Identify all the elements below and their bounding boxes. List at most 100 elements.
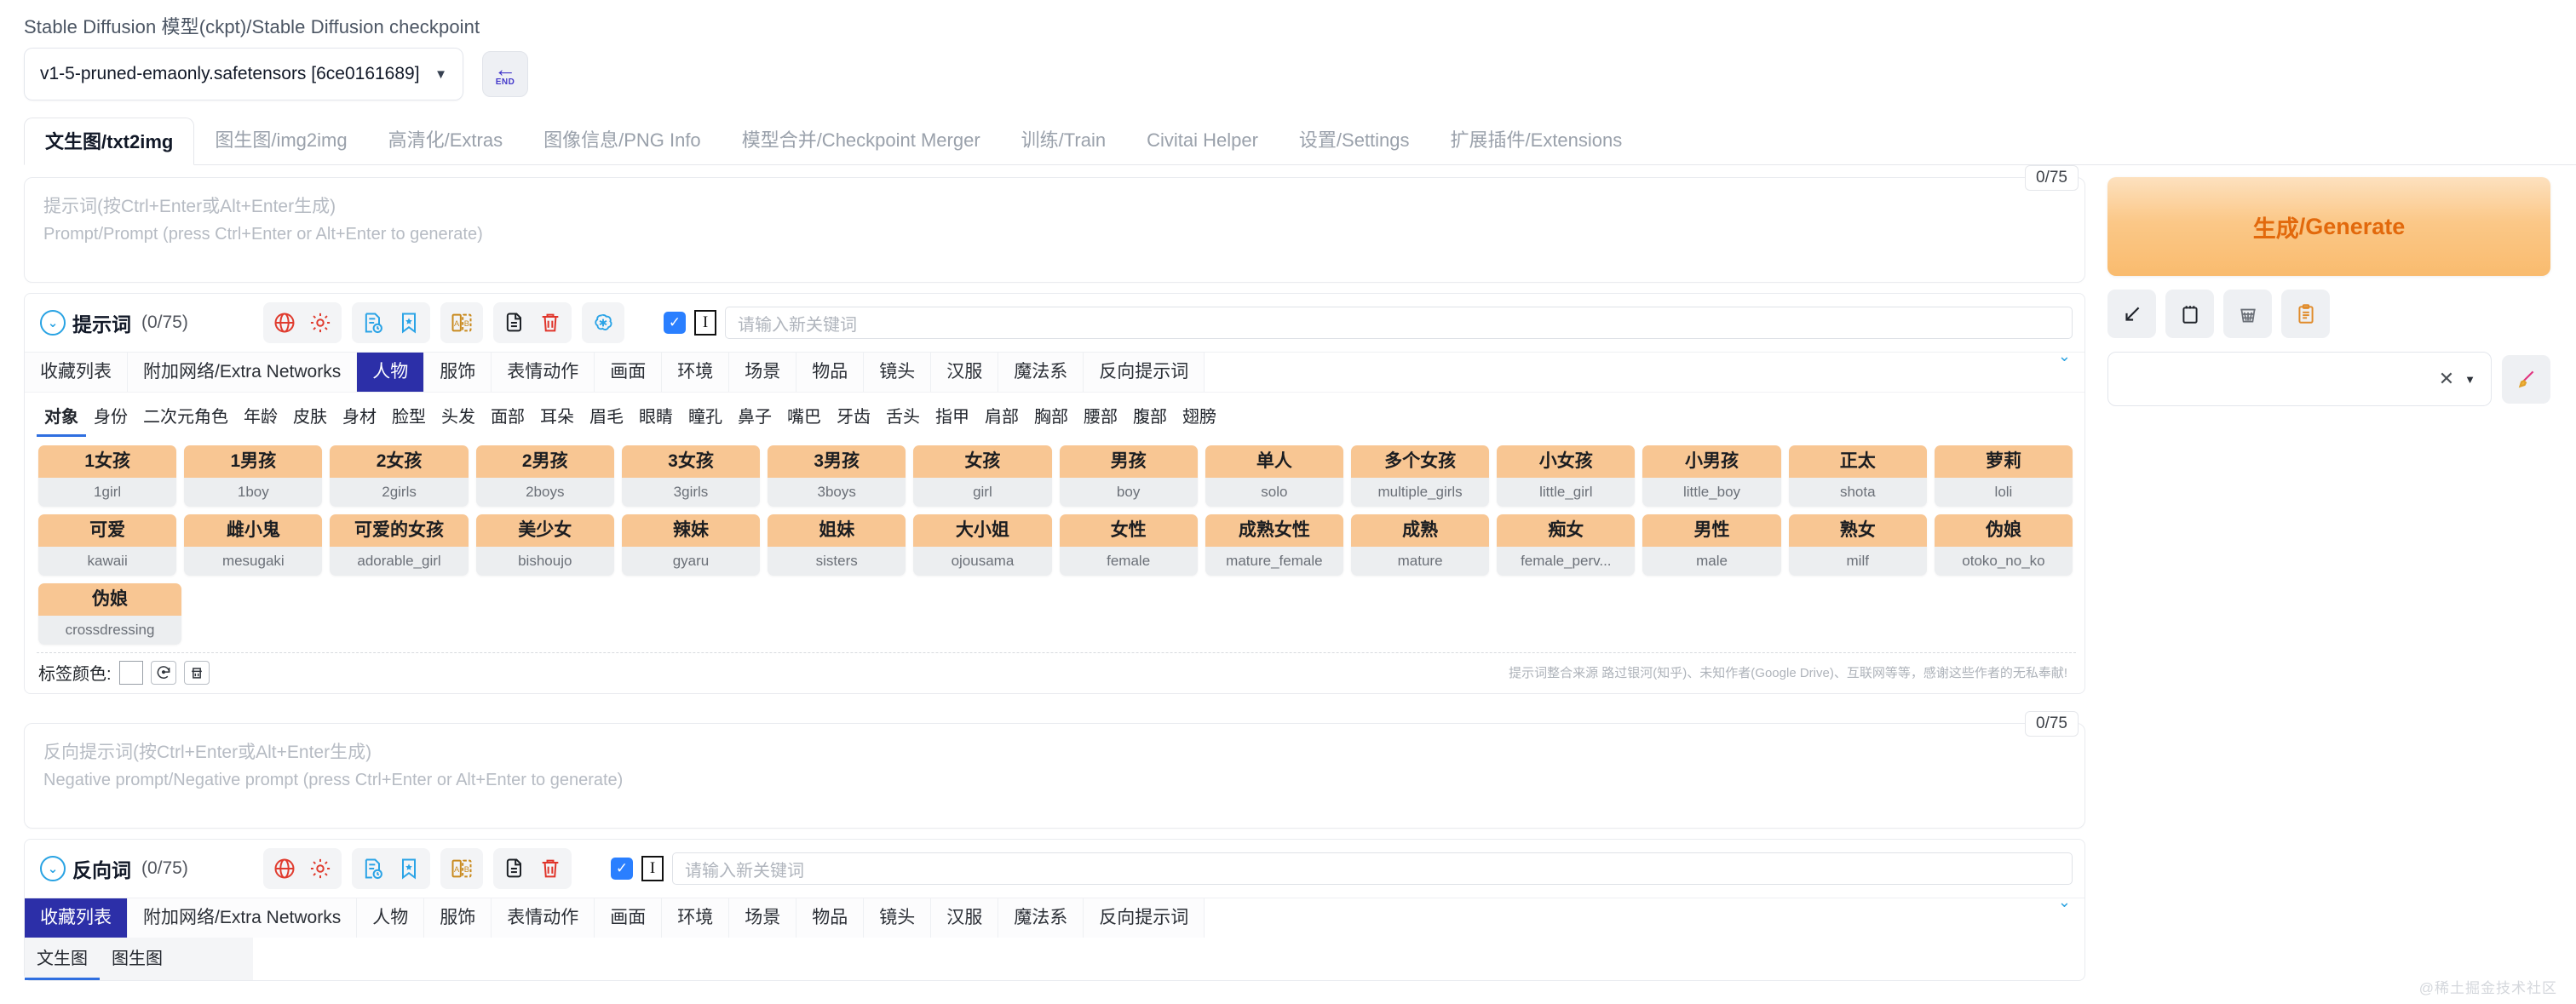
category-tab-4[interactable]: 表情动作 xyxy=(492,353,595,392)
main-tab-0[interactable]: 文生图/txt2img xyxy=(24,118,195,165)
sub-tab-8[interactable]: 面部 xyxy=(483,398,532,437)
translate-ab-icon[interactable]: A B xyxy=(446,852,478,885)
tag-card[interactable]: 多个女孩 multiple_girls xyxy=(1350,445,1490,507)
gear-icon[interactable] xyxy=(304,852,336,885)
negative-category-tab-2[interactable]: 人物 xyxy=(357,898,425,938)
negative-category-tab-0[interactable]: 收藏列表 xyxy=(25,898,128,938)
main-tab-4[interactable]: 模型合并/Checkpoint Merger xyxy=(722,117,1001,164)
tag-card[interactable]: 正太 shota xyxy=(1788,445,1927,507)
tag-card[interactable]: 姐妹 sisters xyxy=(768,514,906,576)
sub-tab-0[interactable]: 对象 xyxy=(37,398,86,437)
category-tab-5[interactable]: 画面 xyxy=(595,353,663,392)
notepad-icon[interactable] xyxy=(2165,290,2214,338)
tag-card[interactable]: 男孩 boy xyxy=(1059,445,1198,507)
category-tab-1[interactable]: 附加网络/Extra Networks xyxy=(128,353,358,392)
negative-category-tab-4[interactable]: 表情动作 xyxy=(492,898,595,938)
tag-card[interactable]: 3男孩 3boys xyxy=(768,445,906,507)
tag-card[interactable]: 单人 solo xyxy=(1205,445,1343,507)
globe-icon[interactable] xyxy=(268,852,301,885)
sub-tab-9[interactable]: 耳朵 xyxy=(532,398,582,437)
negative-category-tab-3[interactable]: 服饰 xyxy=(424,898,492,938)
tag-card[interactable]: 伪娘 crossdressing xyxy=(38,583,181,645)
tag-card[interactable]: 可爱的女孩 adorable_girl xyxy=(330,514,469,576)
prompt-input[interactable]: 提示词(按Ctrl+Enter或Alt+Enter生成) Prompt/Prom… xyxy=(24,177,2085,283)
end-refresh-button[interactable]: ← END xyxy=(482,51,528,97)
negative-category-tab-9[interactable]: 镜头 xyxy=(864,898,932,938)
negative-category-tab-11[interactable]: 魔法系 xyxy=(998,898,1084,938)
tag-card[interactable]: 1女孩 1girl xyxy=(38,445,177,507)
sub-tab-13[interactable]: 鼻子 xyxy=(730,398,779,437)
sub-tab-20[interactable]: 腰部 xyxy=(1076,398,1125,437)
chevron-down-circle-icon[interactable]: ⌄ xyxy=(40,856,66,881)
tag-card[interactable]: 2男孩 2boys xyxy=(475,445,614,507)
tag-card[interactable]: 雌小鬼 mesugaki xyxy=(184,514,323,576)
tag-card[interactable]: 1男孩 1boy xyxy=(184,445,323,507)
negative-category-tab-6[interactable]: 环境 xyxy=(662,898,730,938)
negative-category-tab-12[interactable]: 反向提示词 xyxy=(1084,898,1205,938)
tag-card[interactable]: 可爱 kawaii xyxy=(38,514,177,576)
negative-category-tab-7[interactable]: 场景 xyxy=(729,898,797,938)
tag-card[interactable]: 2女孩 2girls xyxy=(330,445,469,507)
negative-category-tab-5[interactable]: 画面 xyxy=(595,898,663,938)
main-tab-6[interactable]: Civitai Helper xyxy=(1126,117,1279,164)
paintbrush-icon[interactable] xyxy=(2502,354,2550,404)
sub-tab-15[interactable]: 牙齿 xyxy=(829,398,878,437)
prompt-panel-title[interactable]: ⌄ 提示词 (0/75) xyxy=(40,308,253,337)
negative-category-tab-8[interactable]: 物品 xyxy=(796,898,865,938)
tag-card[interactable]: 成熟 mature xyxy=(1350,514,1490,576)
category-tab-0[interactable]: 收藏列表 xyxy=(25,353,128,392)
openai-icon[interactable] xyxy=(587,307,619,339)
sub-tab-11[interactable]: 眼睛 xyxy=(631,398,681,437)
category-tab-2[interactable]: 人物 xyxy=(357,353,425,392)
tag-card[interactable]: 大小姐 ojousama xyxy=(913,514,1052,576)
main-tab-1[interactable]: 图生图/img2img xyxy=(194,117,367,164)
chevron-down-circle-icon[interactable]: ⌄ xyxy=(40,310,66,336)
category-tab-11[interactable]: 魔法系 xyxy=(998,353,1084,392)
negative-category-tab-10[interactable]: 汉服 xyxy=(931,898,999,938)
gear-icon[interactable] xyxy=(304,307,336,339)
tag-color-swatch[interactable] xyxy=(118,660,143,685)
keyword-checkbox[interactable]: ✓ xyxy=(664,312,686,334)
copy-icon[interactable] xyxy=(498,307,531,339)
sub-tab-4[interactable]: 皮肤 xyxy=(285,398,335,437)
style-select[interactable]: ✕ ▼ xyxy=(2107,352,2492,406)
category-tab-9[interactable]: 镜头 xyxy=(864,353,932,392)
fav-sub-tab-0[interactable]: 文生图 xyxy=(25,938,100,980)
tag-card[interactable]: 熟女 milf xyxy=(1788,514,1927,576)
sub-tab-5[interactable]: 身材 xyxy=(335,398,384,437)
wastebasket-icon[interactable] xyxy=(2223,290,2272,338)
sub-tab-7[interactable]: 头发 xyxy=(434,398,483,437)
category-tab-8[interactable]: 物品 xyxy=(796,353,865,392)
negative-category-tab-1[interactable]: 附加网络/Extra Networks xyxy=(128,898,358,938)
clear-icon[interactable]: ✕ xyxy=(2439,368,2454,390)
tag-card[interactable]: 男性 male xyxy=(1642,514,1781,576)
copy-icon[interactable] xyxy=(498,852,531,885)
arrow-down-left-icon[interactable] xyxy=(2107,290,2156,338)
sub-tab-21[interactable]: 腹部 xyxy=(1125,398,1175,437)
main-tab-7[interactable]: 设置/Settings xyxy=(1279,117,1430,164)
generate-button[interactable]: 生成/Generate xyxy=(2107,177,2550,276)
main-tab-5[interactable]: 训练/Train xyxy=(1001,117,1126,164)
translate-ab-icon[interactable]: A B xyxy=(446,307,478,339)
negative-panel-collapse-chevron-icon[interactable]: ⌄ xyxy=(2058,893,2071,911)
tag-card[interactable]: 小男孩 little_boy xyxy=(1642,445,1781,507)
main-tab-2[interactable]: 高清化/Extras xyxy=(368,117,523,164)
clipboard-icon[interactable] xyxy=(2281,290,2330,338)
reset-icon[interactable] xyxy=(150,660,176,685)
tag-card[interactable]: 3女孩 3girls xyxy=(621,445,761,507)
sub-tab-3[interactable]: 年龄 xyxy=(236,398,285,437)
trash-icon[interactable] xyxy=(534,852,566,885)
sub-tab-14[interactable]: 嘴巴 xyxy=(779,398,829,437)
category-tab-3[interactable]: 服饰 xyxy=(424,353,492,392)
negative-keyword-checkbox[interactable]: ✓ xyxy=(611,858,633,880)
tag-card[interactable]: 萝莉 loli xyxy=(1934,445,2073,507)
main-tab-8[interactable]: 扩展插件/Extensions xyxy=(1430,117,1643,164)
negative-prompt-input[interactable]: 反向提示词(按Ctrl+Enter或Alt+Enter生成) Negative … xyxy=(24,723,2085,829)
checkpoint-select[interactable]: v1-5-pruned-emaonly.safetensors [6ce0161… xyxy=(24,48,463,100)
trash-icon[interactable] xyxy=(534,307,566,339)
sub-tab-10[interactable]: 眉毛 xyxy=(582,398,631,437)
sub-tab-2[interactable]: 二次元角色 xyxy=(135,398,236,437)
panel-collapse-chevron-icon[interactable]: ⌄ xyxy=(2058,347,2071,365)
bookmark-star-icon[interactable] xyxy=(393,852,425,885)
clear-icon[interactable] xyxy=(183,660,210,685)
